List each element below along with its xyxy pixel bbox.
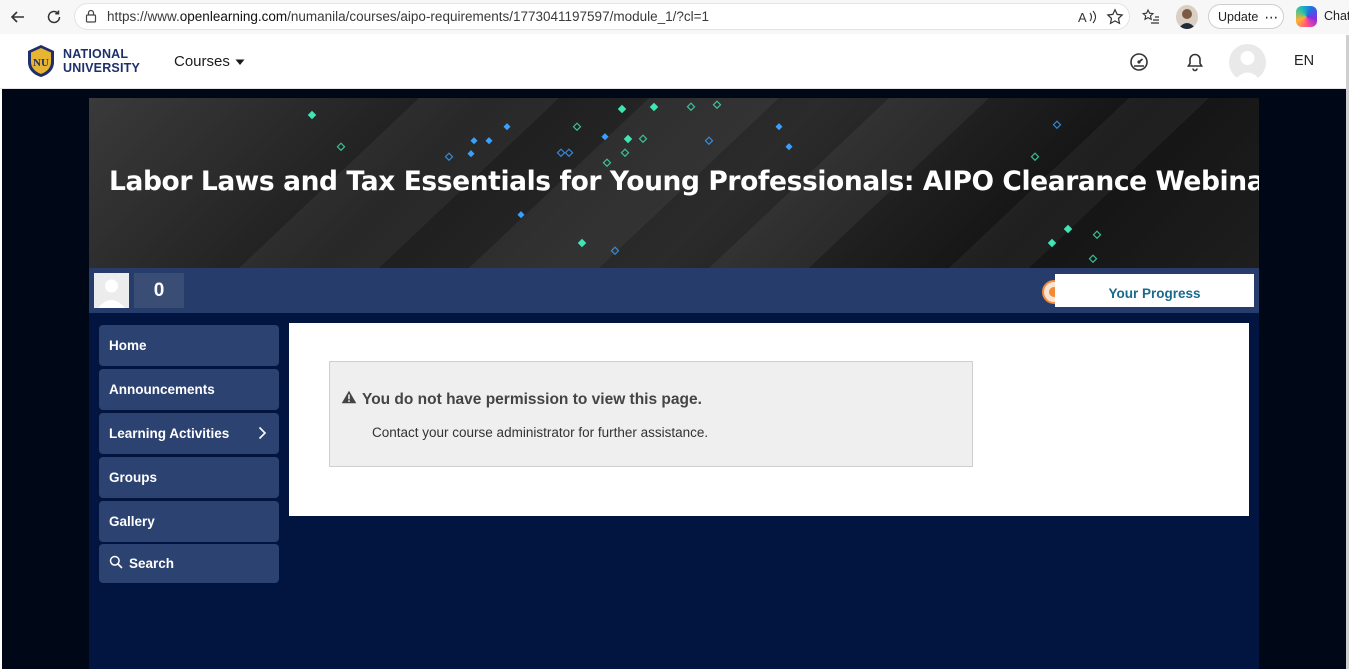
language-selector[interactable]: EN xyxy=(1294,53,1314,69)
browser-toolbar: https://www.openlearning.com/numanila/co… xyxy=(0,0,1349,34)
sidebar-item-label: Announcements xyxy=(109,382,215,397)
course-banner: Labor Laws and Tax Essentials for Young … xyxy=(89,98,1259,268)
university-wordmark[interactable]: NATIONAL UNIVERSITY xyxy=(63,47,141,75)
more-icon: ⋯ xyxy=(1264,8,1279,25)
svg-text:NU: NU xyxy=(33,57,49,69)
url-text: https://www.openlearning.com/numanila/co… xyxy=(107,9,710,24)
logo-line-1: NATIONAL xyxy=(63,47,129,61)
sidebar-item-groups[interactable]: Groups xyxy=(99,457,279,498)
favorites-list-icon[interactable] xyxy=(1140,6,1162,28)
favorite-star-icon[interactable] xyxy=(1104,6,1126,28)
search-icon xyxy=(109,555,123,572)
lock-icon xyxy=(84,9,98,28)
sidebar-item-label: Gallery xyxy=(109,514,155,529)
address-bar[interactable]: https://www.openlearning.com/numanila/co… xyxy=(74,3,1130,30)
sidebar-item-label: Home xyxy=(109,338,147,353)
svg-text:A: A xyxy=(1078,10,1087,25)
sidebar-item-gallery[interactable]: Gallery xyxy=(99,501,279,542)
permission-alert xyxy=(329,361,973,467)
alert-heading: You do not have permission to view this … xyxy=(341,390,702,409)
dashboard-gauge-icon[interactable] xyxy=(1129,52,1149,72)
sidebar-item-label: Search xyxy=(129,556,175,571)
warning-icon xyxy=(341,390,357,409)
back-icon[interactable] xyxy=(6,5,30,29)
copilot-icon[interactable] xyxy=(1296,6,1317,27)
alert-message: Contact your course administrator for fu… xyxy=(372,425,709,440)
alert-title-text: You do not have permission to view this … xyxy=(362,390,702,408)
sidebar-item-home[interactable]: Home xyxy=(99,325,279,366)
notifications-bell-icon[interactable] xyxy=(1185,52,1205,72)
user-avatar[interactable] xyxy=(1229,44,1266,81)
sidebar-item-search[interactable]: Search xyxy=(99,544,279,583)
sidebar-item-label: Learning Activities xyxy=(109,426,230,441)
refresh-icon[interactable] xyxy=(42,5,66,29)
courses-dropdown[interactable]: Courses xyxy=(174,53,245,70)
caret-down-icon xyxy=(235,53,245,70)
profile-avatar[interactable] xyxy=(1176,5,1198,29)
update-button[interactable]: Update ⋯ xyxy=(1208,4,1284,29)
course-title: Labor Laws and Tax Essentials for Young … xyxy=(109,166,1259,197)
sidebar-item-announcements[interactable]: Announcements xyxy=(99,369,279,410)
chevron-right-icon xyxy=(258,426,267,443)
your-progress-button[interactable]: Your Progress xyxy=(1055,274,1254,307)
update-label: Update xyxy=(1218,9,1259,24)
points-counter: 0 xyxy=(134,273,184,308)
sidebar-item-learning-activities[interactable]: Learning Activities xyxy=(99,413,279,454)
university-seal-icon[interactable]: NU xyxy=(26,44,56,78)
courses-label: Courses xyxy=(174,53,230,70)
chat-label[interactable]: Chat xyxy=(1324,9,1349,23)
logo-line-2: UNIVERSITY xyxy=(63,60,141,75)
sidebar-item-label: Groups xyxy=(109,470,158,485)
read-aloud-icon[interactable]: A xyxy=(1077,6,1099,28)
member-avatar[interactable] xyxy=(94,273,129,308)
